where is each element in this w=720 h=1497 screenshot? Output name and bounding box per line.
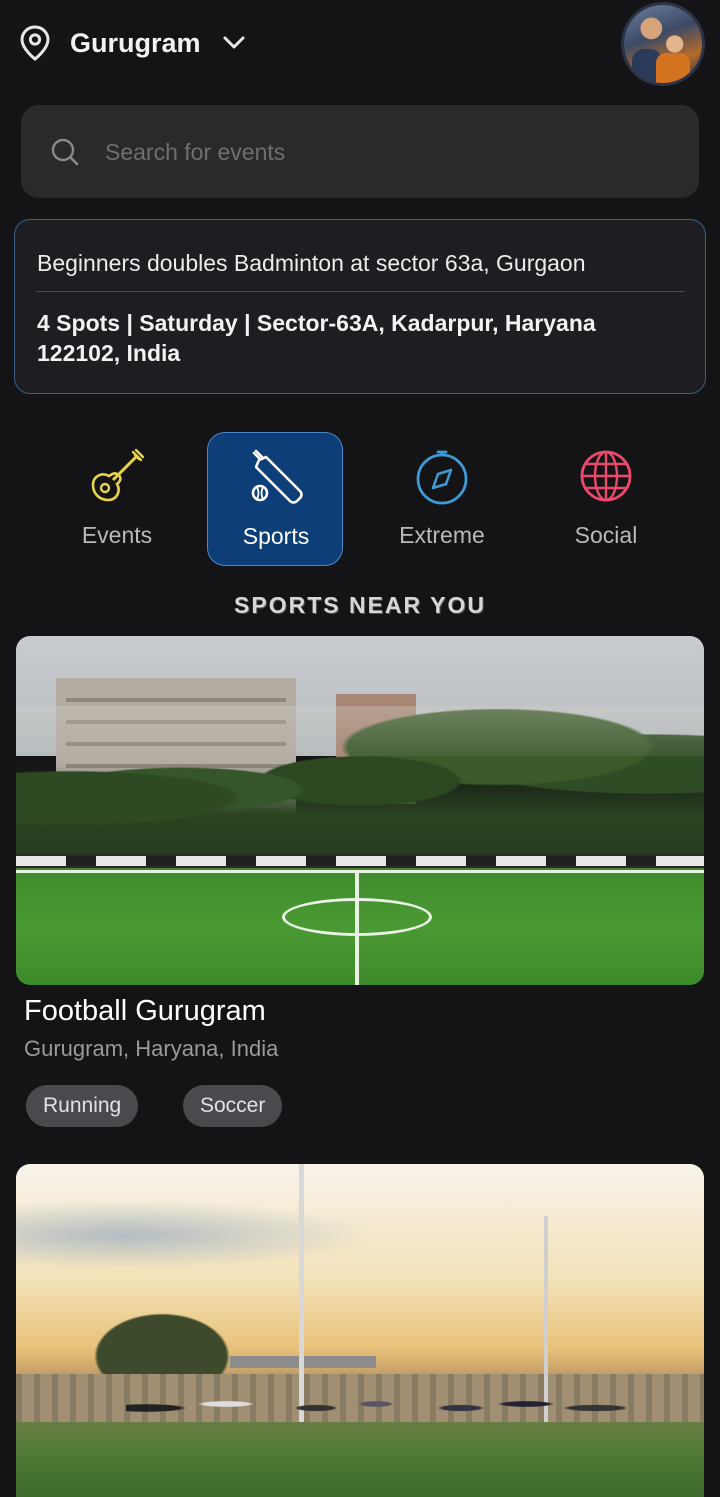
avatar[interactable] xyxy=(621,2,705,86)
tab-events[interactable]: Events xyxy=(49,432,185,566)
header: Gurugram xyxy=(0,0,720,88)
venue-image[interactable] xyxy=(16,636,704,985)
tab-social[interactable]: Social xyxy=(538,432,674,566)
venue-name[interactable]: Football Gurugram xyxy=(24,995,266,1028)
tag-chip[interactable]: Running xyxy=(26,1085,139,1127)
tab-extreme[interactable]: Extreme xyxy=(374,432,510,566)
globe-icon xyxy=(580,450,632,502)
featured-event-title: Beginners doubles Badminton at sector 63… xyxy=(37,250,586,276)
venue-image[interactable] xyxy=(16,1164,704,1497)
chevron-down-icon[interactable] xyxy=(220,28,248,56)
divider xyxy=(37,291,685,292)
venue-location: Gurugram, Haryana, India xyxy=(24,1036,279,1061)
map-pin-icon[interactable] xyxy=(18,24,52,62)
app-screen: Gurugram Beginners doubles Badminton at … xyxy=(0,0,720,1497)
search-icon xyxy=(51,138,79,166)
tab-sports[interactable]: Sports xyxy=(207,432,343,566)
tab-label: Social xyxy=(574,522,638,548)
tag-chip[interactable]: Soccer xyxy=(183,1085,283,1127)
featured-event-details: 4 Spots | Saturday | Sector-63A, Kadarpu… xyxy=(37,310,596,366)
search-bar[interactable] xyxy=(21,105,699,198)
tab-label: Extreme xyxy=(399,522,485,548)
category-tabs: Events Sports Extreme Social xyxy=(0,432,720,568)
featured-event-card[interactable]: Beginners doubles Badminton at sector 63… xyxy=(14,219,706,394)
tab-label: Sports xyxy=(242,523,310,549)
section-title: SPORTS NEAR YOU xyxy=(234,592,486,618)
compass-icon xyxy=(416,450,468,505)
search-input[interactable] xyxy=(105,131,665,173)
tab-label: Events xyxy=(81,522,153,548)
cricket-bat-icon xyxy=(251,449,303,504)
location-name[interactable]: Gurugram xyxy=(70,24,201,62)
guitar-icon xyxy=(91,448,145,502)
